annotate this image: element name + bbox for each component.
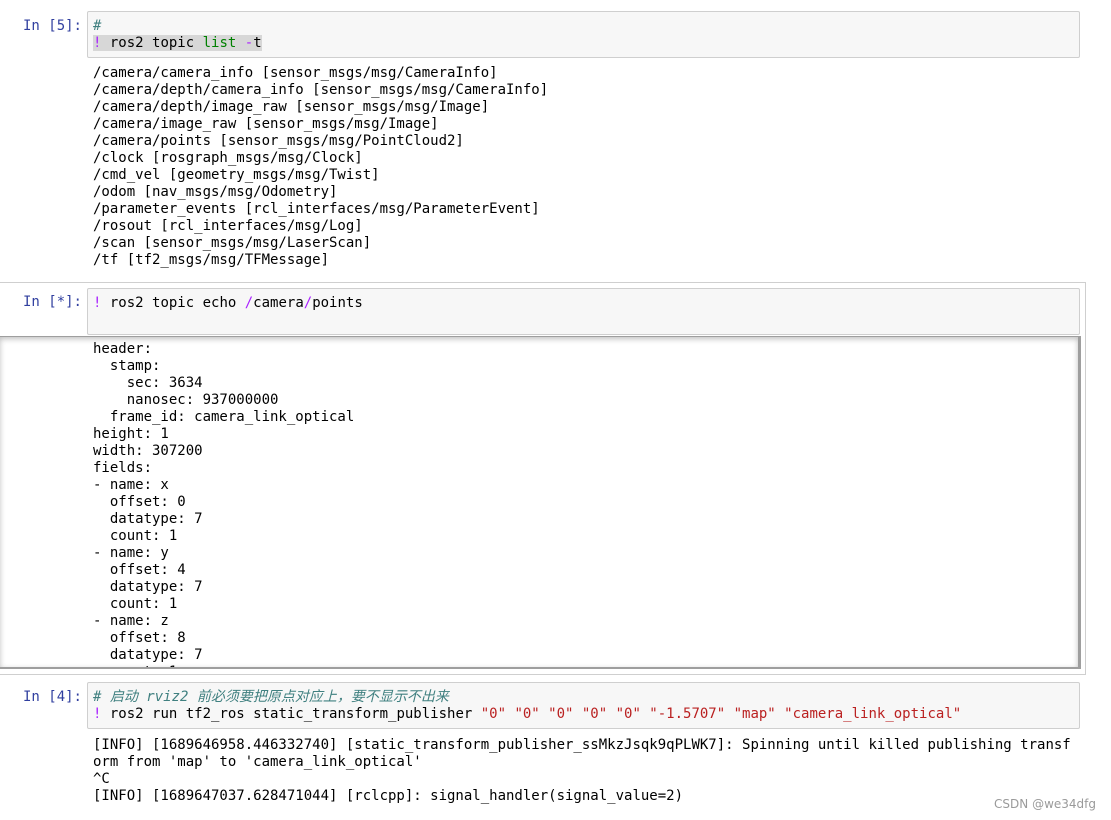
output-line: /parameter_events [rcl_interfaces/msg/Pa… bbox=[93, 201, 540, 217]
output-line: [INFO] [1689646958.446332740] [static_tr… bbox=[93, 737, 1071, 753]
output-line: - name: y bbox=[93, 545, 169, 561]
output-line: /rosout [rcl_interfaces/msg/Log] bbox=[93, 218, 363, 234]
code-text: ros2 run tf2_ros static_transform_publis… bbox=[101, 706, 481, 722]
output-line: stamp: bbox=[93, 358, 161, 374]
code-comment: # 启动 rviz2 前必须要把原点对应上，要不显示不出来 bbox=[93, 689, 449, 705]
output-line: offset: 8 bbox=[93, 630, 186, 646]
watermark: CSDN @we34dfg bbox=[994, 797, 1096, 811]
cell-output: header: stamp: sec: 3634 nanosec: 937000… bbox=[93, 341, 355, 667]
output-line: ^C bbox=[93, 771, 110, 787]
output-line: /clock [rosgraph_msgs/msg/Clock] bbox=[93, 150, 363, 166]
cell-output: [INFO] [1689646958.446332740] [static_tr… bbox=[93, 737, 1071, 805]
output-line: /tf [tf2_msgs/msg/TFMessage] bbox=[93, 252, 330, 268]
code-text: camera bbox=[253, 295, 304, 311]
output-line: height: 1 bbox=[93, 426, 169, 442]
code-text: points bbox=[312, 295, 363, 311]
output-line: datatype: 7 bbox=[93, 647, 203, 663]
code-comment: # bbox=[93, 18, 102, 34]
output-line: /scan [sensor_msgs/msg/LaserScan] bbox=[93, 235, 372, 251]
output-line: /odom [nav_msgs/msg/Odometry] bbox=[93, 184, 338, 200]
cell-prompt: In [5]: bbox=[22, 18, 82, 34]
code-operator: - bbox=[244, 35, 254, 51]
code-text: ros2 topic echo bbox=[101, 295, 245, 311]
output-line: count: 1 bbox=[93, 528, 178, 544]
output-line: /camera/camera_info [sensor_msgs/msg/Cam… bbox=[93, 65, 498, 81]
output-line: header: bbox=[93, 341, 153, 357]
cell-prompt: In [4]: bbox=[22, 689, 82, 705]
code-operator: / bbox=[244, 295, 254, 311]
output-line: sec: 3634 bbox=[93, 375, 203, 391]
code-operator: / bbox=[303, 295, 313, 311]
output-line: datatype: 7 bbox=[93, 511, 203, 527]
code-cell-input[interactable]: # 启动 rviz2 前必须要把原点对应上，要不显示不出来 ! ros2 run… bbox=[87, 682, 1080, 729]
output-line: - name: x bbox=[93, 477, 169, 493]
code-string: "0" "0" "0" "0" "0" "-1.5707" "map" "cam… bbox=[480, 706, 962, 722]
code-cell-input[interactable]: ! ros2 topic echo /camera/points bbox=[87, 288, 1080, 335]
output-line: count: 1 bbox=[93, 664, 354, 667]
output-line: offset: 0 bbox=[93, 494, 186, 510]
output-line: datatype: 7 bbox=[93, 579, 203, 595]
output-line: /camera/points [sensor_msgs/msg/PointClo… bbox=[93, 133, 464, 149]
code-text: ros2 topic bbox=[101, 35, 203, 51]
cell-prompt: In [*]: bbox=[22, 294, 82, 310]
output-line: /camera/depth/camera_info [sensor_msgs/m… bbox=[93, 82, 549, 98]
output-line: [INFO] [1689647037.628471044] [rclcpp]: … bbox=[93, 788, 684, 804]
scrolled-output-area[interactable]: header: stamp: sec: 3634 nanosec: 937000… bbox=[0, 336, 1081, 669]
cell-output: /camera/camera_info [sensor_msgs/msg/Cam… bbox=[93, 65, 548, 269]
output-line: nanosec: 937000000 bbox=[93, 392, 279, 408]
output-line: /camera/image_raw [sensor_msgs/msg/Image… bbox=[93, 116, 439, 132]
code-keyword: list bbox=[202, 35, 237, 51]
selected-code: ! ros2 topic list -t bbox=[93, 35, 262, 51]
output-line: /camera/depth/image_raw [sensor_msgs/msg… bbox=[93, 99, 490, 115]
output-line: orm from 'map' to 'camera_link_optical' bbox=[93, 754, 422, 770]
output-line: width: 307200 bbox=[93, 443, 203, 459]
output-line: offset: 4 bbox=[93, 562, 186, 578]
output-line: frame_id: camera_link_optical bbox=[93, 409, 355, 425]
output-line: count: 1 bbox=[93, 596, 178, 612]
code-text: t bbox=[253, 35, 262, 51]
code-cell-input[interactable]: # ! ros2 topic list -t bbox=[87, 11, 1080, 58]
output-line: fields: bbox=[93, 460, 153, 476]
output-line: - name: z bbox=[93, 613, 169, 629]
output-line: /cmd_vel [geometry_msgs/msg/Twist] bbox=[93, 167, 380, 183]
